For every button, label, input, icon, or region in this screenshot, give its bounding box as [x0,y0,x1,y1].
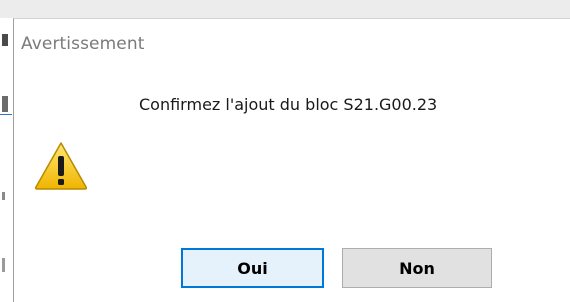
background-window-edge [0,18,13,302]
warning-icon [33,140,89,192]
background-text-fragment [2,34,8,46]
warning-dialog: Avertissement Confirmez l'ajout du bloc … [13,18,570,302]
dialog-message: Confirmez l'ajout du bloc S21.G00.23 [139,95,438,114]
background-window-titlebar [0,0,570,18]
dialog-title: Avertissement [21,34,145,54]
background-text-fragment [0,96,12,115]
background-text-fragment [2,258,5,272]
background-text-fragment [2,192,5,200]
screen: Avertissement Confirmez l'ajout du bloc … [0,0,570,302]
no-button[interactable]: Non [342,248,492,288]
yes-button[interactable]: Oui [181,248,324,288]
